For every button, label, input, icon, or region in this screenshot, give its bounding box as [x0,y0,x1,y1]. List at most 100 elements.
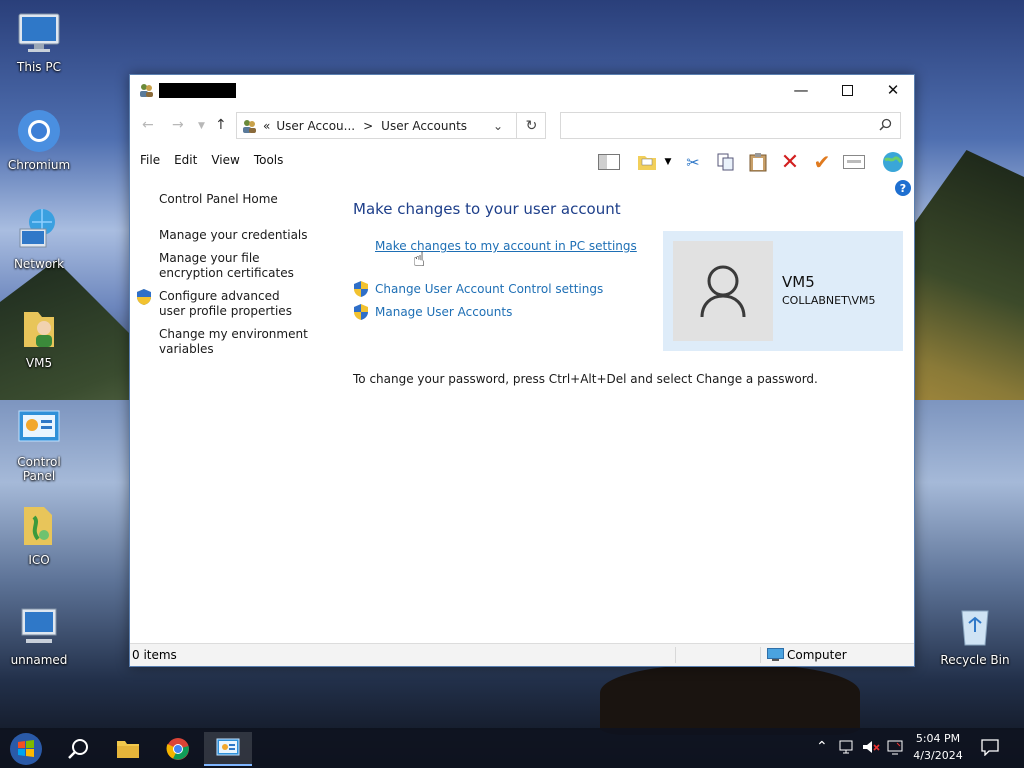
chromium-icon [16,108,62,154]
breadcrumb-user-accounts-parent[interactable]: User Accou... [276,119,355,133]
hand-cursor-icon: ☝ [413,247,426,271]
taskbar-file-explorer[interactable] [104,732,152,766]
maximize-button[interactable] [824,75,870,105]
breadcrumb-overflow[interactable]: « [263,119,270,133]
minimize-button[interactable]: — [778,75,824,105]
manage-encryption-certificates-link[interactable]: Manage your file encryption certificates [159,251,319,281]
menu-tools[interactable]: Tools [254,153,284,167]
start-button[interactable] [2,732,50,766]
desktop-icon-label: Control Panel [17,455,61,483]
rename-icon[interactable] [843,151,865,173]
desktop-icon-control-panel[interactable]: Control Panel [0,405,78,483]
search-icon [879,118,892,134]
refresh-button[interactable]: ↻ [516,112,546,139]
status-divider [675,647,676,663]
status-bar: 0 items Computer [130,643,914,666]
chevron-up-icon[interactable]: ⌃ [816,739,828,755]
menu-file[interactable]: File [140,153,160,167]
folder-icon [117,741,139,758]
desktop-icon-network[interactable]: Network [0,207,78,271]
users-icon [241,118,257,134]
menu-view[interactable]: View [211,153,239,167]
desktop-icon-label: Chromium [7,158,71,172]
folder-options-icon[interactable] [636,151,658,173]
desktop-icon-label: Recycle Bin [940,653,1010,667]
cut-icon[interactable]: ✂ [682,151,704,173]
back-arrow-icon[interactable]: ← [142,117,154,133]
user-accounts-window[interactable]: — ✕ ← → ▼ ↑ « User Accou... > User Accou… [129,74,915,667]
clock-date[interactable]: 4/3/2024 [908,749,968,762]
uac-shield-icon [354,281,368,297]
search-icon [68,739,88,759]
breadcrumb-separator[interactable]: > [363,119,373,133]
desktop-icon-ico[interactable]: ICO [0,503,78,567]
preview-pane-icon[interactable] [598,151,620,173]
close-button[interactable]: ✕ [870,75,916,105]
avatar [673,241,773,341]
desktop-icon-unnamed[interactable]: unnamed [0,603,78,667]
menu-toolbar-row: File Edit View Tools ▼ ✂ ✕ ✔ [130,147,914,175]
folder-options-dropdown-icon[interactable]: ▼ [662,151,674,173]
configure-profile-properties-link[interactable]: Configure advanced user profile properti… [159,289,309,319]
user-icon [700,265,746,318]
folder-icon [16,503,62,549]
address-bar[interactable]: « User Accou... > User Accounts ⌄ [236,112,546,139]
desktop-icon-recycle-bin[interactable]: Recycle Bin [936,603,1014,667]
control-panel-home-link[interactable]: Control Panel Home [159,192,278,207]
wallpaper-island [600,665,860,735]
menu-bar: File Edit View Tools [140,153,297,167]
password-instructions: To change your password, press Ctrl+Alt+… [353,372,818,386]
taskbar-control-panel-active[interactable] [204,732,252,766]
network-icon [16,207,62,253]
recent-dropdown-icon[interactable]: ▼ [198,121,205,131]
display-tray-icon[interactable] [886,738,904,759]
content-area: ? Control Panel Home Manage your credent… [130,175,914,643]
help-icon[interactable]: ? [895,180,911,196]
close-icon: ✕ [886,81,900,99]
control-panel-icon [16,405,62,451]
control-panel-icon [216,738,240,756]
redacted-title [159,83,236,98]
desktop-icon-label: Network [13,257,65,271]
users-icon [138,82,154,101]
windows-start-icon [10,733,42,765]
uac-settings-link[interactable]: Change User Account Control settings [375,282,603,296]
recycle-bin-icon [952,603,998,649]
delete-icon[interactable]: ✕ [779,150,801,175]
notification-center-icon[interactable] [980,738,1000,759]
wallpaper-mountain-right [909,150,1024,420]
address-dropdown-icon[interactable]: ⌄ [493,119,503,133]
paste-icon[interactable] [747,151,769,173]
volume-muted-icon[interactable] [861,738,881,759]
minimize-icon: — [793,81,809,99]
desktop-icon-this-pc[interactable]: This PC [0,10,78,74]
properties-check-icon[interactable]: ✔ [811,150,833,174]
manage-credentials-link[interactable]: Manage your credentials [159,228,308,243]
network-tray-icon[interactable] [838,738,856,759]
breadcrumb-user-accounts[interactable]: User Accounts [381,119,467,133]
desktop-icon-label: unnamed [10,653,68,667]
taskbar-chrome[interactable] [154,732,202,766]
title-bar[interactable]: — ✕ [130,75,914,105]
search-input[interactable] [560,112,901,139]
forward-arrow-icon[interactable]: → [172,117,184,133]
change-environment-variables-link[interactable]: Change my environment variables [159,327,309,357]
desktop-icon-label: This PC [17,60,61,74]
taskbar-search-button[interactable] [54,732,102,766]
uac-shield-icon [354,304,368,320]
up-arrow-icon[interactable]: ↑ [215,117,227,133]
globe-icon[interactable] [882,151,904,173]
copy-icon[interactable] [715,151,737,173]
user-folder-icon [16,306,62,352]
desktop-icon-vm5[interactable]: VM5 [0,306,78,370]
computer-icon [767,648,784,665]
item-count: 0 items [132,648,177,662]
clock-time[interactable]: 5:04 PM [908,732,968,745]
desktop-icon-chromium[interactable]: Chromium [0,108,78,172]
user-domain: COLLABNET\VM5 [782,294,876,307]
menu-edit[interactable]: Edit [174,153,197,167]
page-title: Make changes to your user account [353,200,621,218]
zone-label: Computer [787,648,847,662]
manage-user-accounts-link[interactable]: Manage User Accounts [375,305,512,319]
computer-icon [16,603,62,649]
